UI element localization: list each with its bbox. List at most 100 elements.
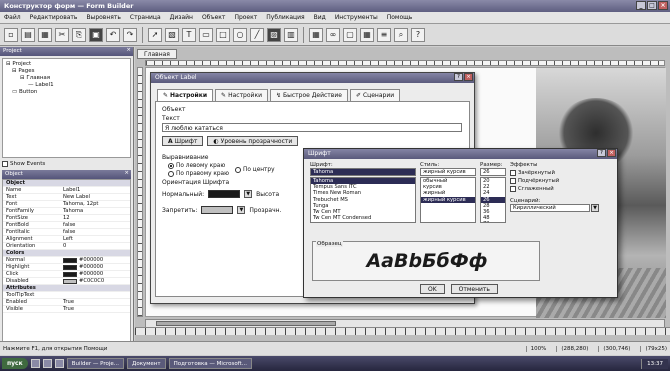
property-row[interactable]: Visible True [3, 306, 130, 313]
property-row[interactable]: Alignment Left [3, 236, 130, 243]
new-icon[interactable]: ▫ [4, 27, 18, 42]
property-value[interactable]: #000000 [61, 271, 130, 277]
font-size-list[interactable]: 2022242628364872 [480, 177, 506, 223]
property-value[interactable] [61, 292, 130, 298]
grid-icon[interactable]: ▦ [360, 27, 374, 42]
property-value[interactable]: Tahoma [61, 208, 130, 214]
property-row[interactable]: Enabled True [3, 299, 130, 306]
antialias-checkbox[interactable]: Сглаженный [510, 186, 602, 192]
tab-quick-action[interactable]: ↯ Быстрое Действие [269, 89, 348, 101]
save-icon[interactable]: ▦ [38, 27, 52, 42]
close-icon[interactable]: × [126, 47, 131, 53]
list-item[interactable]: Tw Cen MT Condensed [311, 215, 415, 221]
align-left-radio[interactable]: По левому краю [168, 163, 229, 169]
dialog-close-button[interactable]: × [464, 73, 473, 81]
property-value[interactable]: false [61, 222, 130, 228]
maximize-button[interactable]: □ [647, 1, 657, 10]
property-value[interactable]: Label1 [61, 187, 130, 193]
transparency-button[interactable]: ◐ Уровень прозрачности [207, 136, 299, 146]
script-select[interactable]: Кириллический [510, 204, 590, 212]
property-row[interactable]: Normal #000000 [3, 257, 130, 264]
menu-publish[interactable]: Публикация [266, 14, 304, 21]
tree-node[interactable]: ⊟ Главная [6, 75, 127, 82]
copy-icon[interactable]: ⎘ [72, 27, 86, 42]
menu-tools[interactable]: Инструменты [335, 14, 378, 21]
checkbox-icon[interactable] [2, 161, 8, 167]
cut-icon[interactable]: ✂ [55, 27, 69, 42]
strikeout-checkbox[interactable]: Зачёркнутый [510, 170, 602, 176]
tree-node[interactable]: ⊟ Pages [6, 68, 127, 75]
normal-color-swatch[interactable] [208, 190, 241, 198]
property-value[interactable]: #C0C0C0 [61, 278, 130, 284]
property-value[interactable]: True [61, 306, 130, 312]
text-field[interactable]: Я люблю кататься [162, 123, 462, 132]
cancel-button[interactable]: Отменить [450, 284, 498, 294]
menu-edit[interactable]: Редактировать [30, 14, 78, 21]
font-style-input[interactable]: жирный курсив [420, 168, 476, 176]
property-row[interactable]: Name Label1 [3, 187, 130, 194]
start-button[interactable]: пуск [2, 358, 28, 369]
redo-icon[interactable]: ↷ [123, 27, 137, 42]
font-button[interactable]: A Шрифт [162, 136, 204, 146]
taskbar-item[interactable]: Подготовка — Microsoft... [168, 358, 252, 369]
property-row[interactable]: FontSize 12 [3, 215, 130, 222]
chevron-down-icon[interactable]: ▼ [591, 204, 599, 212]
scrollbar-thumb[interactable] [156, 321, 336, 326]
help-button[interactable]: ? [454, 73, 463, 81]
property-value[interactable]: True [61, 299, 130, 305]
list-item[interactable]: 72 [481, 221, 505, 222]
property-value[interactable]: New Label [61, 194, 130, 200]
taskbar-item[interactable]: Документ [127, 358, 166, 369]
align-icon[interactable]: ≡ [377, 27, 391, 42]
property-row[interactable]: Highlight #000000 [3, 264, 130, 271]
font-size-input[interactable]: 26 [480, 168, 506, 176]
property-row[interactable]: FontFamily Tahoma [3, 208, 130, 215]
chart-icon[interactable]: ▥ [284, 27, 298, 42]
menu-file[interactable]: Файл [4, 14, 21, 21]
underline-checkbox[interactable]: Подчёркнутый [510, 178, 602, 184]
chevron-down-icon[interactable]: ▼ [244, 190, 253, 198]
tree-node[interactable]: — Label1 [6, 82, 127, 89]
open-icon[interactable]: ▤ [21, 27, 35, 42]
menu-project[interactable]: Проект [234, 14, 257, 21]
font-family-input[interactable]: Tahoma [310, 168, 416, 176]
disabled-color-swatch[interactable] [201, 206, 234, 214]
menu-design[interactable]: Дизайн [170, 14, 193, 21]
menu-help[interactable]: Помощь [387, 14, 413, 21]
tab-scripts[interactable]: ✐ Сценарии [349, 89, 401, 101]
image-icon[interactable]: ▧ [165, 27, 179, 42]
quicklaunch-icon[interactable] [54, 359, 64, 368]
property-value[interactable]: Left [61, 236, 130, 242]
chevron-down-icon[interactable]: ▼ [237, 206, 246, 214]
text-icon[interactable]: T [182, 27, 196, 42]
property-row[interactable]: Text New Label [3, 194, 130, 201]
table-icon[interactable]: ▦ [309, 27, 323, 42]
pointer-icon[interactable]: ➚ [148, 27, 162, 42]
paste-icon[interactable]: ▣ [89, 27, 103, 42]
font-dialog-close-button[interactable]: × [607, 149, 616, 157]
picture-icon[interactable]: ▨ [267, 27, 281, 42]
align-right-radio[interactable]: По правому краю [168, 171, 229, 177]
property-value[interactable]: false [61, 229, 130, 235]
font-family-list[interactable]: Tahoma Tempus Sans ITC Times New Roman Treb… [310, 177, 416, 223]
show-events-toggle[interactable]: Show Events [2, 161, 131, 167]
tab-settings[interactable]: ✎ Настройки [157, 89, 214, 101]
property-row[interactable]: ToolTipText [3, 292, 130, 299]
tree-node[interactable]: ⊟ Project [6, 61, 127, 68]
tab-settings-2[interactable]: ✎ Настройки [215, 89, 268, 101]
line-icon[interactable]: ╱ [250, 27, 264, 42]
property-value[interactable]: 12 [61, 215, 130, 221]
undo-icon[interactable]: ↶ [106, 27, 120, 42]
panel-icon[interactable]: ▢ [343, 27, 357, 42]
button-icon[interactable]: ▭ [199, 27, 213, 42]
zoom-icon[interactable]: ⌕ [394, 27, 408, 42]
rectangle-icon[interactable]: □ [216, 27, 230, 42]
property-row[interactable]: Orientation 0 [3, 243, 130, 250]
document-tab[interactable]: Главная [137, 49, 177, 59]
property-value[interactable]: Tahoma, 12pt [61, 201, 130, 207]
menu-object[interactable]: Объект [202, 14, 225, 21]
close-icon[interactable]: × [124, 170, 129, 176]
close-button[interactable]: × [658, 1, 668, 10]
ok-button[interactable]: OK [420, 284, 445, 294]
property-row[interactable]: Click #000000 [3, 271, 130, 278]
